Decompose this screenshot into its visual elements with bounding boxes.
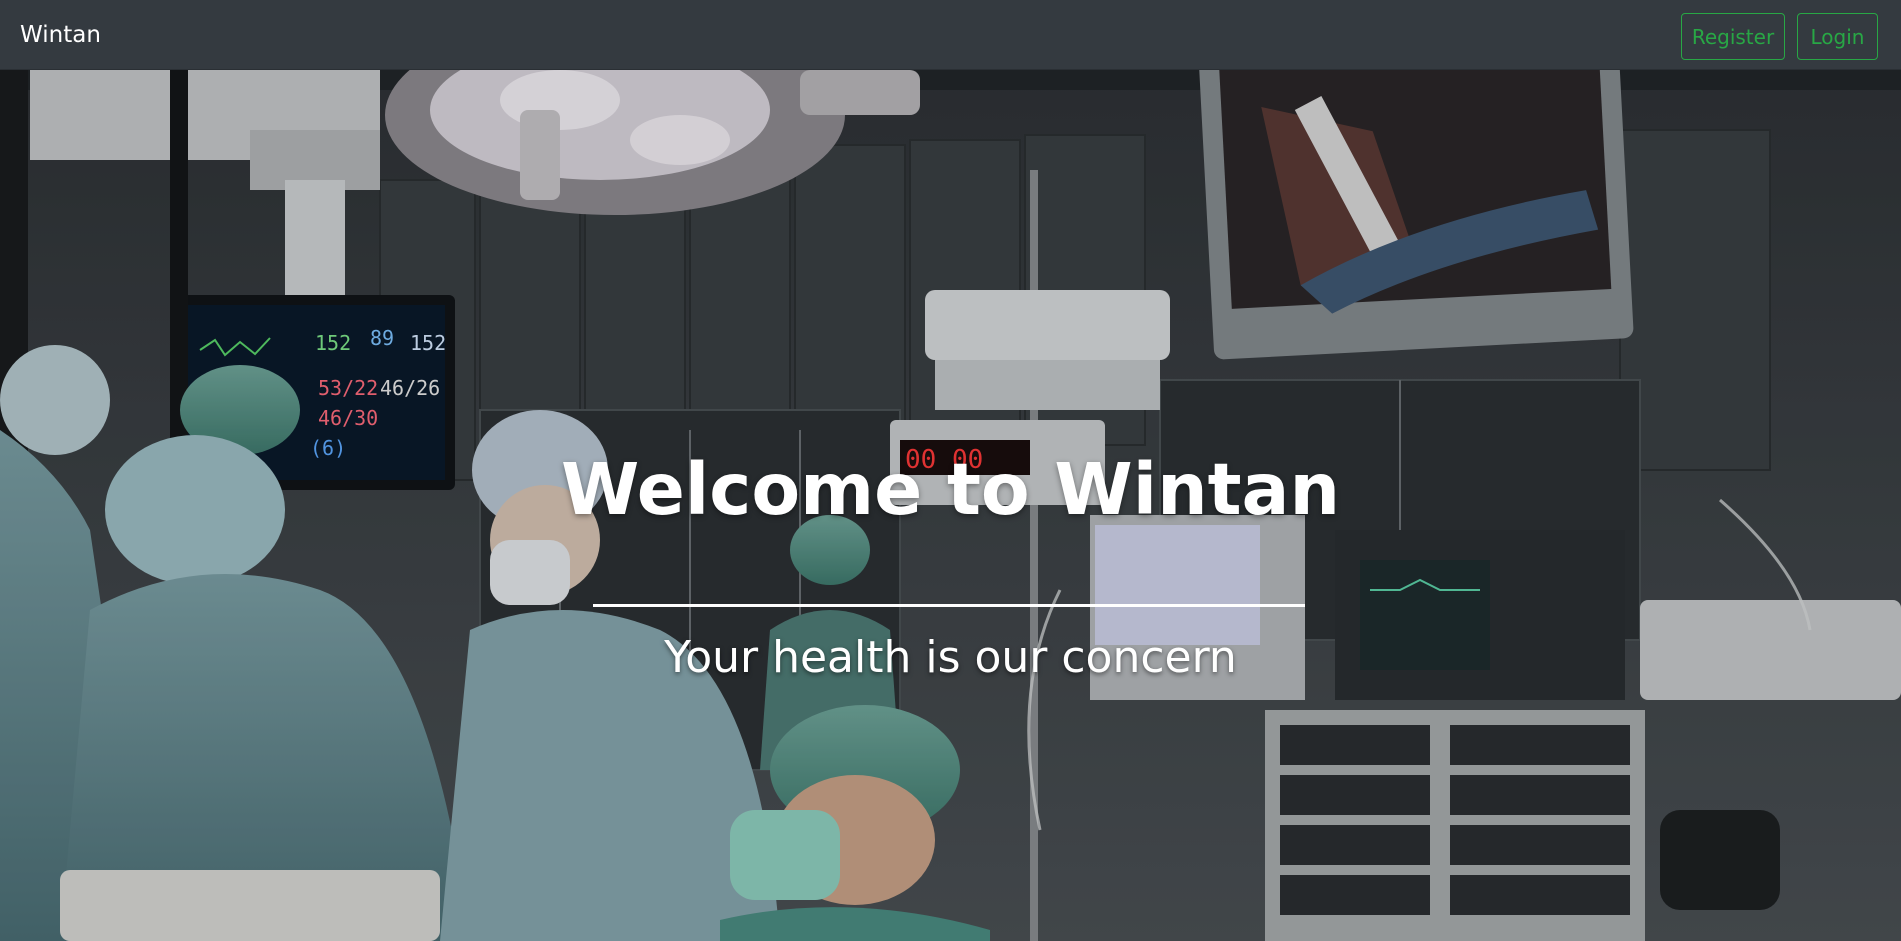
hero-divider [593,604,1305,607]
top-navbar: Wintan Register Login [0,0,1901,70]
hero-subtitle: Your health is our concern [664,632,1237,683]
register-button[interactable]: Register [1681,13,1785,60]
login-button[interactable]: Login [1797,13,1878,60]
hero-title: Welcome to Wintan [560,448,1341,531]
brand-logo[interactable]: Wintan [20,21,101,49]
hero-section: 152 89 152 53/22 46/26 46/30 (6) 00 00 W… [0,70,1901,941]
